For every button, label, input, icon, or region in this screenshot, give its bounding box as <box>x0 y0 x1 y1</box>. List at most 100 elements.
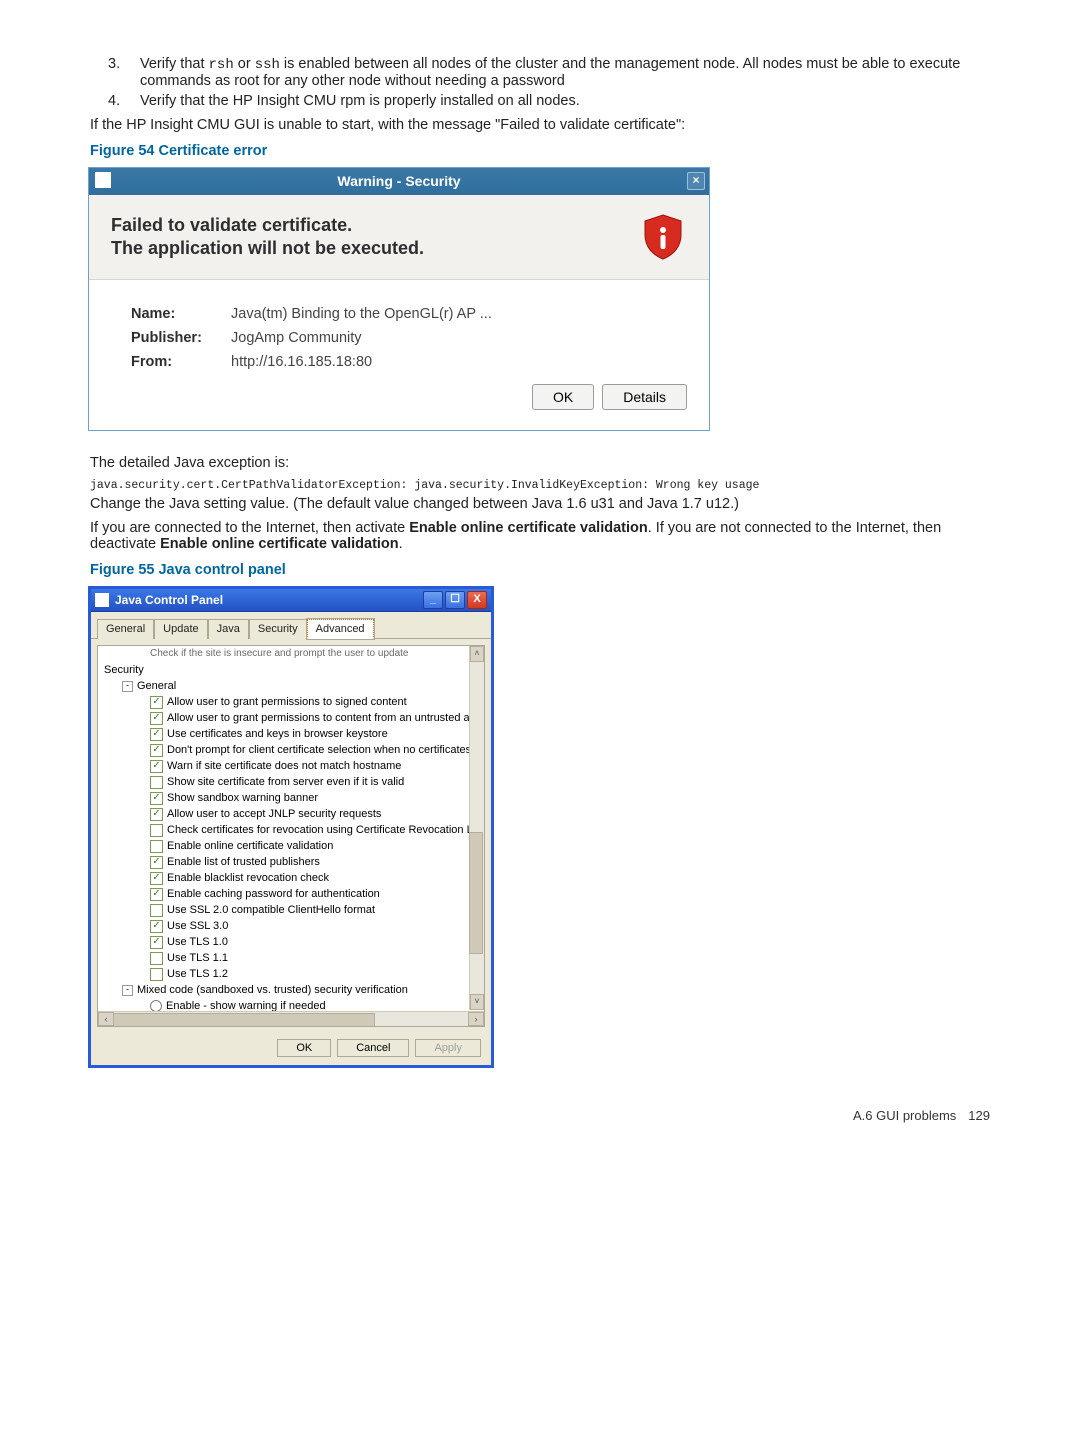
minimize-button[interactable]: _ <box>423 591 443 609</box>
ok-button[interactable]: OK <box>277 1039 331 1057</box>
info-row-name: Name: Java(tm) Binding to the OpenGL(r) … <box>131 306 687 322</box>
scroll-right-icon[interactable]: › <box>468 1012 484 1026</box>
tab-update[interactable]: Update <box>154 619 207 639</box>
from-label: From: <box>131 354 231 370</box>
checkbox[interactable]: ✓ <box>150 936 163 949</box>
tree-option-12[interactable]: ✓ Enable caching password for authenticat… <box>104 886 480 902</box>
checkbox[interactable] <box>150 824 163 837</box>
tree-option-1[interactable]: ✓Allow user to grant permissions to cont… <box>104 710 480 726</box>
tree-option-0[interactable]: ✓ Allow user to grant permissions to sign… <box>104 694 480 710</box>
general-node-label: General <box>137 678 176 694</box>
security-warning-dialog: Warning - Security × Failed to validate … <box>88 167 710 431</box>
info-row-publisher: Publisher: JogAmp Community <box>131 330 687 346</box>
checkbox[interactable]: ✓ <box>150 888 163 901</box>
option-label: Don't prompt for client certificate sele… <box>167 742 485 758</box>
text: or <box>234 56 255 72</box>
checkbox[interactable]: ✓ <box>150 760 163 773</box>
list-item-4: 4. Verify that the HP Insight CMU rpm is… <box>108 93 990 109</box>
tab-general[interactable]: General <box>97 619 154 639</box>
tree-option-3[interactable]: ✓Don't prompt for client certificate sel… <box>104 742 480 758</box>
security-tree[interactable]: Check if the site is insecure and prompt… <box>98 646 484 1018</box>
option-label: Allow user to grant permissions to signe… <box>167 694 407 710</box>
ok-button[interactable]: OK <box>532 384 594 410</box>
tree-general-node[interactable]: -General <box>104 678 480 694</box>
maximize-button[interactable]: ☐ <box>445 591 465 609</box>
tree-security-root[interactable]: Security <box>104 662 480 678</box>
checkbox[interactable]: ✓ <box>150 808 163 821</box>
scroll-down-icon[interactable]: ˅ <box>470 994 484 1010</box>
tree-option-15[interactable]: ✓Use TLS 1.0 <box>104 934 480 950</box>
mixed-code-label: Mixed code (sandboxed vs. trusted) secur… <box>137 982 408 998</box>
list-number: 4. <box>108 93 140 109</box>
tab-advanced[interactable]: Advanced <box>307 619 374 639</box>
exception-text: java.security.cert.CertPathValidatorExce… <box>90 479 990 492</box>
checkbox[interactable]: ✓ <box>150 920 163 933</box>
checkbox[interactable] <box>150 968 163 981</box>
tree-option-6[interactable]: ✓ Show sandbox warning banner <box>104 790 480 806</box>
scroll-up-icon[interactable]: ˄ <box>470 646 484 662</box>
dialog-header-panel: Failed to validate certificate. The appl… <box>89 195 709 280</box>
window-controls: _ ☐ X <box>423 591 487 609</box>
footer-section: A.6 GUI problems <box>853 1108 956 1123</box>
tree-option-8[interactable]: Check certificates for revocation using … <box>104 822 480 838</box>
checkbox[interactable]: ✓ <box>150 696 163 709</box>
checkbox[interactable] <box>150 776 163 789</box>
close-icon[interactable]: × <box>687 172 705 190</box>
checkbox[interactable]: ✓ <box>150 712 163 725</box>
java-control-panel-window: Java Control Panel _ ☐ X GeneralUpdateJa… <box>88 586 494 1068</box>
tree-option-2[interactable]: ✓Use certificates and keys in browser ke… <box>104 726 480 742</box>
from-value: http://16.16.185.18:80 <box>231 354 372 370</box>
horizontal-scrollbar[interactable]: ‹ › <box>98 1011 484 1026</box>
tree-option-9[interactable]: Enable online certificate validation <box>104 838 480 854</box>
headline-line1: Failed to validate certificate. <box>111 214 424 237</box>
tab-security[interactable]: Security <box>249 619 307 639</box>
cancel-button[interactable]: Cancel <box>337 1039 409 1057</box>
option-label: Show sandbox warning banner <box>167 790 318 806</box>
scroll-left-icon[interactable]: ‹ <box>98 1012 114 1026</box>
tree-mixed-code-node[interactable]: -Mixed code (sandboxed vs. trusted) secu… <box>104 982 480 998</box>
tree-option-4[interactable]: ✓Warn if site certificate does not match… <box>104 758 480 774</box>
code-rsh: rsh <box>209 57 234 73</box>
option-label: Enable caching password for authenticati… <box>167 886 380 902</box>
tree-option-17[interactable]: Use TLS 1.2 <box>104 966 480 982</box>
bold-enable-online: Enable online certificate validation <box>160 536 399 552</box>
vertical-scrollbar[interactable]: ˄ ˅ <box>469 646 484 1010</box>
text: . <box>399 536 403 552</box>
page: 3. Verify that rsh or ssh is enabled bet… <box>0 0 1080 1153</box>
dialog-titlebar[interactable]: Warning - Security × <box>89 168 709 195</box>
collapse-icon[interactable]: - <box>122 681 133 692</box>
details-button[interactable]: Details <box>602 384 687 410</box>
checkbox[interactable]: ✓ <box>150 856 163 869</box>
name-value: Java(tm) Binding to the OpenGL(r) AP ... <box>231 306 492 322</box>
shield-warning-icon <box>639 213 687 261</box>
tree-option-7[interactable]: ✓ Allow user to accept JNLP security requ… <box>104 806 480 822</box>
tree-option-13[interactable]: Use SSL 2.0 compatible ClientHello forma… <box>104 902 480 918</box>
option-label: Allow user to accept JNLP security reque… <box>167 806 381 822</box>
option-label: Show site certificate from server even i… <box>167 774 404 790</box>
tree-option-5[interactable]: Show site certificate from server even i… <box>104 774 480 790</box>
jcp-titlebar[interactable]: Java Control Panel _ ☐ X <box>91 589 491 612</box>
tab-java[interactable]: Java <box>208 619 249 639</box>
scroll-thumb[interactable] <box>469 832 483 954</box>
option-label: Enable online certificate validation <box>167 838 333 854</box>
checkbox[interactable] <box>150 952 163 965</box>
checkbox[interactable]: ✓ <box>150 872 163 885</box>
close-button[interactable]: X <box>467 591 487 609</box>
option-label: Enable blacklist revocation check <box>167 870 329 886</box>
tree-option-10[interactable]: ✓Enable list of trusted publishers <box>104 854 480 870</box>
dialog-button-row: OK Details <box>131 384 687 410</box>
checkbox[interactable] <box>150 840 163 853</box>
checkbox[interactable] <box>150 904 163 917</box>
checkbox[interactable]: ✓ <box>150 792 163 805</box>
tree-option-16[interactable]: Use TLS 1.1 <box>104 950 480 966</box>
checkbox[interactable]: ✓ <box>150 744 163 757</box>
collapse-icon[interactable]: - <box>122 985 133 996</box>
apply-button[interactable]: Apply <box>415 1039 481 1057</box>
list-body: Verify that the HP Insight CMU rpm is pr… <box>140 93 990 109</box>
code-ssh: ssh <box>255 57 280 73</box>
tree-option-11[interactable]: ✓ Enable blacklist revocation check <box>104 870 480 886</box>
hscroll-thumb[interactable] <box>113 1013 375 1027</box>
publisher-value: JogAmp Community <box>231 330 362 346</box>
tree-option-14[interactable]: ✓Use SSL 3.0 <box>104 918 480 934</box>
checkbox[interactable]: ✓ <box>150 728 163 741</box>
